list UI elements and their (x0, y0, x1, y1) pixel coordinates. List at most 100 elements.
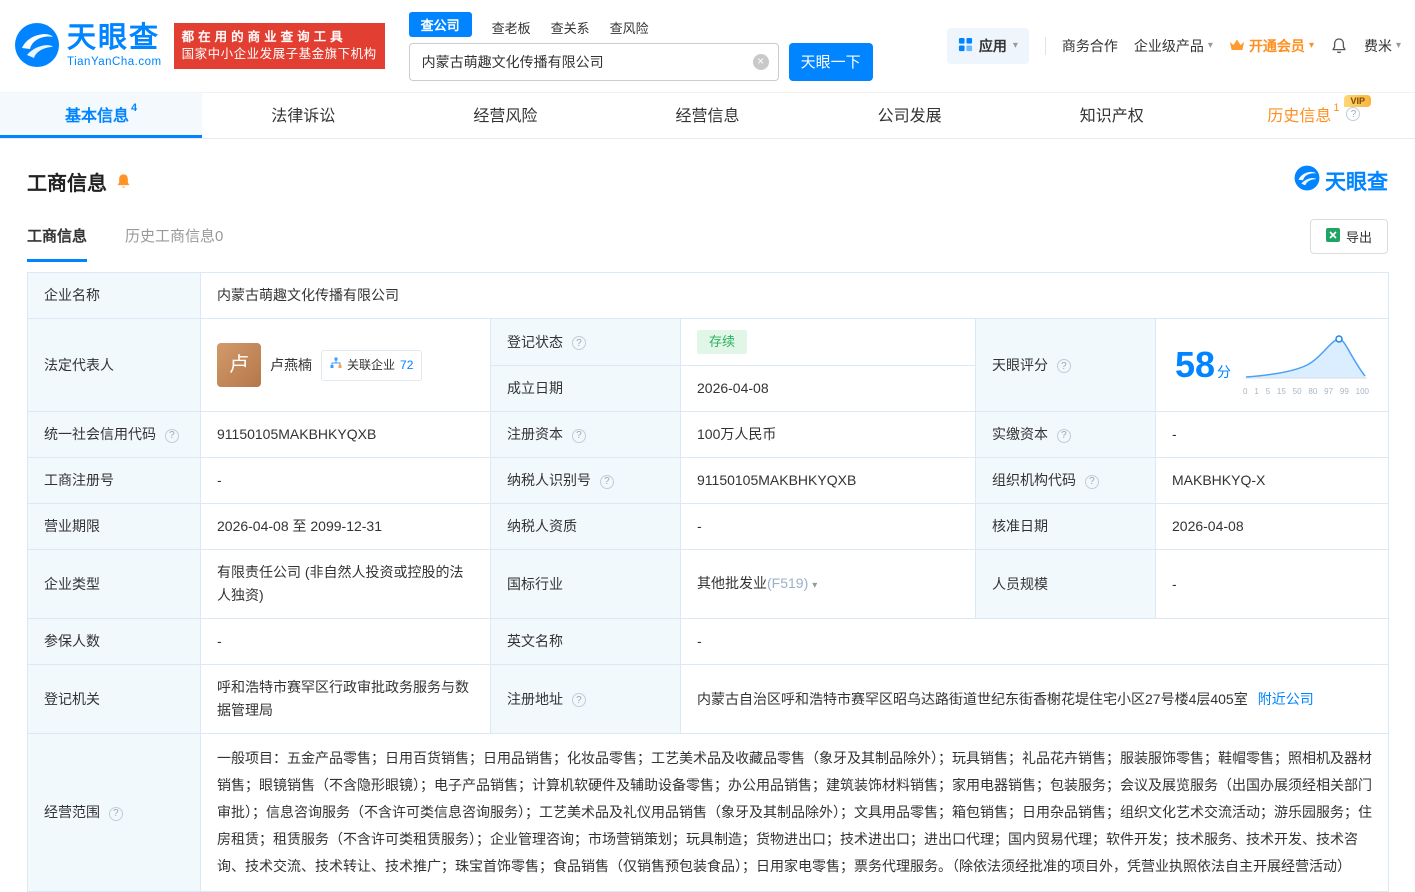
business-scope-text: 一般项目：五金产品零售；日用百货销售；日用品销售；化妆品零售；工艺美术品及收藏品… (217, 750, 1372, 874)
tab-operational-risk[interactable]: 经营风险 (404, 93, 606, 138)
user-menu[interactable]: 费米 ▾ (1364, 36, 1401, 56)
chevron-down-icon: ▾ (1207, 40, 1213, 51)
nav-open-vip[interactable]: 开通会员 ▾ (1229, 36, 1314, 56)
label-english-name: 英文名称 (490, 618, 681, 665)
help-icon[interactable]: ? (164, 428, 179, 443)
label-org-code: 组织机构代码 ? (975, 457, 1156, 504)
tab-legal-proceedings[interactable]: 法律诉讼 (202, 93, 404, 138)
label-text: 经营范围 (44, 804, 100, 820)
value-uscc: 91150105MAKBHKYQXB (200, 411, 491, 458)
tab-label: 基本信息 (65, 108, 130, 125)
help-icon[interactable]: ? (571, 336, 586, 350)
label-text: 登记机关 (44, 690, 100, 707)
label-company-name: 企业名称 (27, 272, 201, 319)
clear-icon[interactable]: × (752, 53, 769, 70)
nearby-companies-link[interactable]: 附近公司 (1258, 691, 1314, 707)
table-row: 经营范围 ? 一般项目：五金产品零售；日用百货销售；日用品销售；化妆品零售；工艺… (27, 733, 1389, 892)
value-business-scope: 一般项目：五金产品零售；日用百货销售；日用品销售；化妆品零售；工艺美术品及收藏品… (200, 733, 1389, 892)
notifications-bell-icon[interactable] (1330, 37, 1348, 55)
crown-icon (1229, 38, 1245, 55)
chevron-down-icon: ▾ (1012, 40, 1018, 51)
help-icon[interactable]: ? (1056, 428, 1071, 443)
tab-company-development[interactable]: 公司发展 (809, 93, 1011, 138)
watermark-text: 天眼查 (1325, 171, 1388, 194)
section-title: 工商信息 (27, 172, 107, 195)
legal-rep-name[interactable]: 卢燕楠 (270, 354, 312, 377)
nav-business-cooperation[interactable]: 商务合作 (1062, 36, 1118, 56)
value-approval-date: 2026-04-08 (1155, 503, 1389, 550)
help-icon[interactable]: ? (599, 474, 614, 489)
monitor-bell-icon[interactable] (115, 173, 132, 190)
subtab-history-registration[interactable]: 历史工商信息0 (125, 225, 223, 262)
reg-address: 内蒙古自治区呼和浩特市赛罕区昭乌达路街道世纪东街香榭花堤住宅小区27号楼4层40… (697, 690, 1248, 707)
table-row: 法定代表人 卢 卢燕楠 关联企业 72 登记状态 ? 存续 天眼评分 ? 58 … (27, 318, 1389, 412)
help-icon[interactable]: ? (108, 806, 123, 821)
score-distribution-chart: 0 1 5 15 50 80 97 99 100 (1243, 334, 1369, 397)
label-reg-capital: 注册资本 ? (490, 411, 681, 458)
table-row: 企业名称 内蒙古萌趣文化传播有限公司 (27, 272, 1389, 319)
tab-basic-info[interactable]: 基本信息 4 (0, 93, 203, 138)
score-axis: 0 1 5 15 50 80 97 99 100 (1243, 386, 1370, 396)
value-reg-number: - (200, 457, 491, 504)
label-text: 核准日期 (992, 518, 1048, 534)
avatar[interactable]: 卢 (217, 343, 261, 387)
vip-label: 开通会员 (1248, 38, 1305, 54)
tianyancha-logo[interactable]: 天眼查 TianYanCha.com (14, 22, 162, 71)
label-company-type: 企业类型 (27, 549, 201, 619)
nav-enterprise-products[interactable]: 企业级产品 ▾ (1134, 36, 1213, 56)
value-org-code: MAKBHKYQ-X (1155, 457, 1389, 504)
status-badge: 存续 (697, 330, 748, 354)
chevron-down-icon: ▾ (1308, 40, 1314, 51)
tianyancha-watermark-icon (1294, 165, 1320, 197)
help-icon[interactable]: ? (571, 428, 586, 443)
tab-label: 经营信息 (675, 108, 740, 125)
value-industry[interactable]: 其他批发业(F519) ▾ (680, 549, 976, 619)
label-registry-authority: 登记机关 (27, 664, 201, 734)
tianyancha-watermark: 天眼查 (1294, 165, 1388, 197)
slogan-banner: 都在用的商业查询工具 国家中小企业发展子基金旗下机构 (173, 23, 385, 69)
search-tab-company[interactable]: 查公司 (408, 11, 472, 37)
tab-intellectual-property[interactable]: 知识产权 (1011, 93, 1213, 138)
help-icon[interactable]: ? (1056, 359, 1071, 373)
header-right: 应用 ▾ 商务合作 企业级产品 ▾ 开通会员 ▾ 费米 ▾ (946, 28, 1401, 64)
search-tab-relation[interactable]: 查关系 (551, 18, 590, 37)
tab-label: 公司发展 (877, 108, 942, 125)
search-input[interactable] (408, 42, 779, 81)
industry-code: (F519) (767, 574, 809, 591)
search-tab-risk[interactable]: 查风险 (610, 18, 649, 37)
tab-label: 知识产权 (1079, 108, 1144, 125)
help-icon[interactable]: ? (1084, 474, 1099, 489)
table-row: 统一社会信用代码 ? 91150105MAKBHKYQXB 注册资本 ? 100… (27, 411, 1389, 458)
help-icon[interactable]: ? (571, 693, 586, 707)
tab-business-info[interactable]: 经营信息 (606, 93, 808, 138)
label-taxpayer-id: 纳税人识别号 ? (490, 457, 681, 504)
chevron-down-icon[interactable]: ▾ (812, 580, 817, 591)
label-text: 工商注册号 (44, 472, 114, 488)
logo-title: 天眼查 (67, 22, 161, 54)
apps-menu[interactable]: 应用 ▾ (946, 28, 1029, 64)
subtab-business-registration[interactable]: 工商信息 (27, 225, 88, 262)
label-insured-count: 参保人数 (27, 618, 201, 665)
label-paid-capital: 实缴资本 ? (975, 411, 1156, 458)
related-companies-chip[interactable]: 关联企业 72 (321, 349, 423, 381)
related-count: 72 (400, 357, 414, 372)
search-tab-boss[interactable]: 查老板 (492, 18, 531, 37)
business-info-table: 企业名称 内蒙古萌趣文化传播有限公司 法定代表人 卢 卢燕楠 关联企业 72 登… (27, 272, 1389, 892)
tab-history-info[interactable]: VIP 历史信息 1 ? (1213, 93, 1415, 138)
help-icon[interactable]: ? (1346, 107, 1361, 121)
export-button[interactable]: 导出 (1309, 219, 1388, 254)
value-english-name: - (680, 618, 1389, 665)
label-text: 纳税人资质 (507, 518, 577, 534)
label-industry: 国标行业 (490, 549, 681, 619)
table-row: 企业类型 有限责任公司 (非自然人投资或控股的法人独资) 国标行业 其他批发业(… (27, 549, 1389, 619)
label-reg-status: 登记状态 ? (490, 318, 681, 366)
search-button[interactable]: 天眼一下 (788, 42, 873, 81)
label-text: 组织机构代码 (992, 472, 1076, 488)
score-unit: 分 (1217, 364, 1232, 380)
label-text: 实缴资本 (992, 426, 1048, 442)
search-tabs: 查公司 查老板 查关系 查风险 (408, 11, 873, 37)
tab-label: 历史信息 (1267, 108, 1332, 125)
value-taxpayer-id: 91150105MAKBHKYQXB (680, 457, 976, 504)
export-label: 导出 (1345, 230, 1372, 245)
tab-label: 法律诉讼 (271, 108, 336, 125)
